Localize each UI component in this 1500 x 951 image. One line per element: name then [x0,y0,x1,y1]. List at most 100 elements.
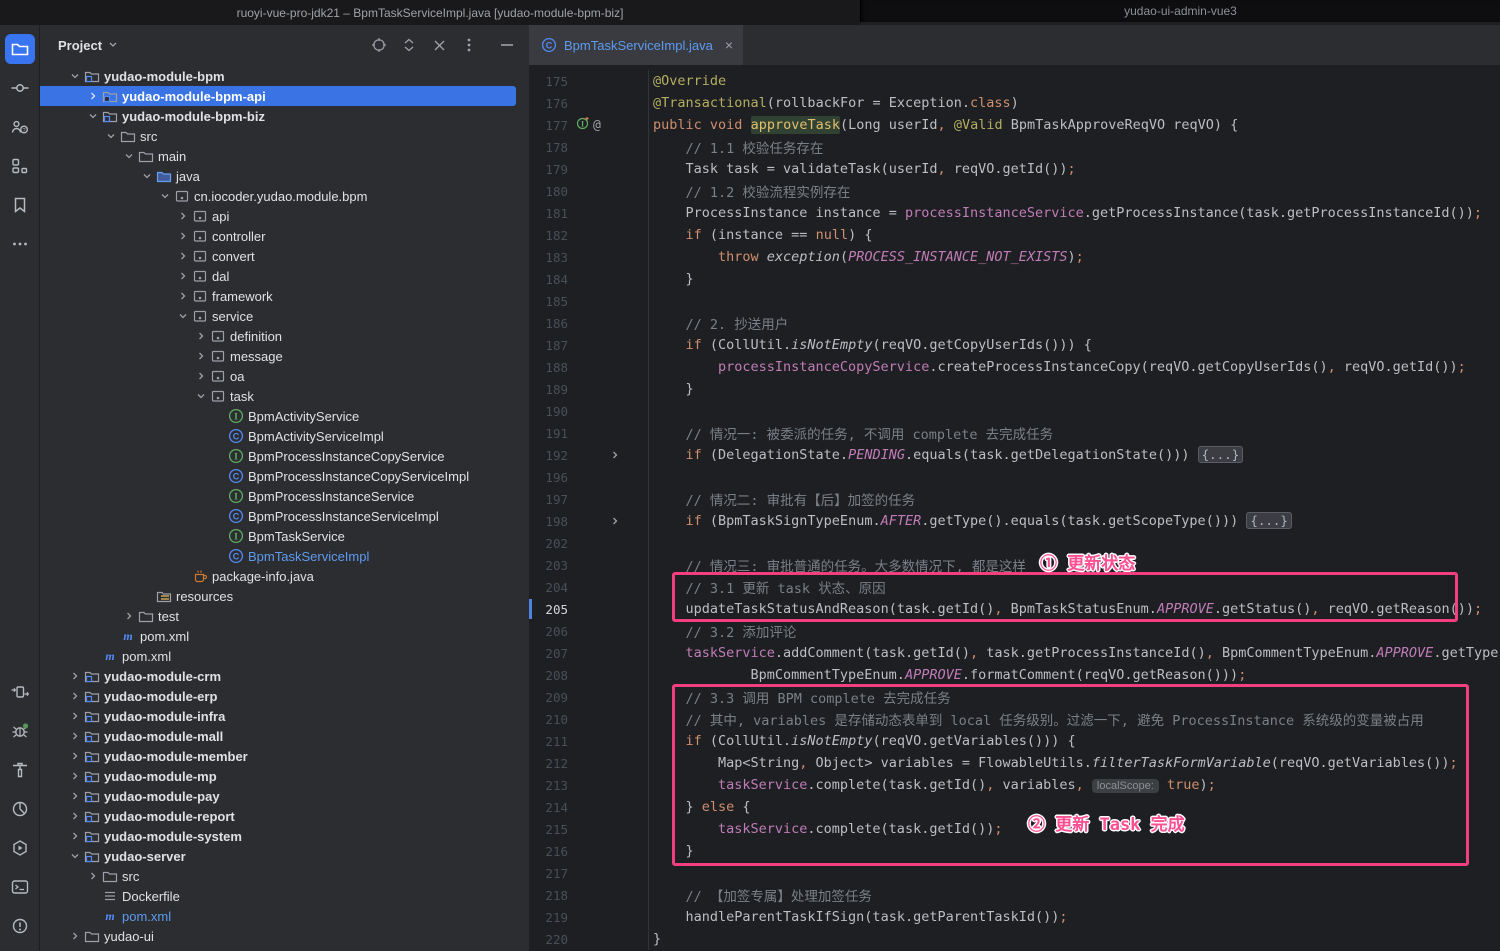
code-line[interactable]: 198if (BpmTaskSignTypeEnum.AFTER.getType… [529,510,1500,532]
fold-arrow-icon[interactable] [610,450,620,460]
tree-item[interactable]: task [40,386,529,406]
tree-item[interactable]: IBpmTaskService [40,526,529,546]
line-number[interactable]: 218 [529,888,568,903]
locate-icon[interactable] [367,33,391,57]
tree-item[interactable]: test [40,606,529,626]
line-number[interactable]: 198 [529,514,568,529]
implements-icon[interactable]: I [576,116,590,134]
code-line[interactable]: 204// 3.1 更新 task 状态、原因 [529,576,1500,598]
chevron-collapsed-icon[interactable] [66,788,84,804]
tree-item[interactable]: yudao-module-bpm-api [40,86,516,106]
project-folder-icon[interactable] [5,34,35,64]
chevron-collapsed-icon[interactable] [120,608,138,624]
chevron-collapsed-icon[interactable] [66,728,84,744]
line-number[interactable]: 197 [529,492,568,507]
code-line[interactable]: 196 [529,466,1500,488]
tree-item[interactable]: src [40,866,529,886]
chevron-collapsed-icon[interactable] [174,288,192,304]
line-number[interactable]: 212 [529,756,568,771]
tree-item[interactable]: yudao-module-erp [40,686,529,706]
chevron-expanded-icon[interactable] [84,108,102,124]
background-window-title[interactable]: yudao-ui-admin-vue3 [860,0,1500,22]
line-number[interactable]: 204 [529,580,568,595]
line-number[interactable]: 183 [529,250,568,265]
chevron-collapsed-icon[interactable] [66,768,84,784]
code-line[interactable]: 192if (DelegationState.PENDING.equals(ta… [529,444,1500,466]
bookmarks-icon[interactable] [5,190,35,220]
close-icon[interactable]: × [725,38,733,52]
line-number[interactable]: 205 [529,602,568,617]
tree-item[interactable]: definition [40,326,529,346]
code-line[interactable]: 197// 情况二: 审批有【后】加签的任务 [529,488,1500,510]
code-line[interactable]: 178// 1.1 校验任务存在 [529,136,1500,158]
tree-item[interactable]: api [40,206,529,226]
tree-item[interactable]: yudao-ui [40,926,529,946]
line-number[interactable]: 209 [529,690,568,705]
code-line[interactable]: 187if (CollUtil.isNotEmpty(reqVO.getCopy… [529,334,1500,356]
collapse-all-icon[interactable] [427,33,451,57]
build-icon[interactable] [5,755,35,785]
code-line[interactable]: 182if (instance == null) { [529,224,1500,246]
line-number[interactable]: 208 [529,668,568,683]
line-number[interactable]: 219 [529,910,568,925]
line-number[interactable]: 211 [529,734,568,749]
line-number[interactable]: 179 [529,162,568,177]
expand-collapse-icon[interactable] [397,33,421,57]
tree-item[interactable]: yudao-module-mp [40,766,529,786]
code-line[interactable]: 218// 【加签专属】处理加签任务 [529,884,1500,906]
line-number[interactable]: 180 [529,184,568,199]
tree-item[interactable]: service [40,306,529,326]
tree-item[interactable]: yudao-server [40,846,529,866]
chevron-collapsed-icon[interactable] [84,868,102,884]
line-number[interactable]: 215 [529,822,568,837]
line-number[interactable]: 214 [529,800,568,815]
line-number[interactable]: 207 [529,646,568,661]
chevron-collapsed-icon[interactable] [174,208,192,224]
tree-item[interactable]: controller [40,226,529,246]
tree-item[interactable]: mpom.xml [40,646,529,666]
line-number[interactable]: 177 [529,118,568,133]
tree-item[interactable]: yudao-module-report [40,806,529,826]
code-line[interactable]: 214} else { [529,796,1500,818]
terminal-icon[interactable] [5,872,35,902]
tree-item[interactable]: yudao-module-crm [40,666,529,686]
tree-item[interactable]: src [40,126,529,146]
code-line[interactable]: 208BpmCommentTypeEnum.APPROVE.formatComm… [529,664,1500,686]
line-number[interactable]: 192 [529,448,568,463]
code-line[interactable]: 202 [529,532,1500,554]
code-line[interactable]: 185 [529,290,1500,312]
tree-item[interactable]: IBpmActivityService [40,406,529,426]
commit-icon[interactable] [5,73,35,103]
chevron-collapsed-icon[interactable] [66,708,84,724]
more-icon[interactable] [5,229,35,259]
fold-arrow-icon[interactable] [610,516,620,526]
tree-item[interactable]: yudao-module-bpm-biz [40,106,529,126]
code-line[interactable]: 216} [529,840,1500,862]
chevron-expanded-icon[interactable] [66,68,84,84]
tree-item[interactable]: IBpmProcessInstanceService [40,486,529,506]
code-line[interactable]: 213taskService.complete(task.getId(), va… [529,774,1500,796]
chevron-collapsed-icon[interactable] [66,828,84,844]
code-line[interactable]: 177I@public void approveTask(Long userId… [529,114,1500,136]
code-line[interactable]: 206// 3.2 添加评论 [529,620,1500,642]
chevron-expanded-icon[interactable] [156,188,174,204]
problems-icon[interactable] [5,911,35,941]
tree-item[interactable]: CBpmProcessInstanceCopyServiceImpl [40,466,529,486]
chevron-collapsed-icon[interactable] [84,88,102,104]
code-line[interactable]: 180// 1.2 校验流程实例存在 [529,180,1500,202]
code-line[interactable]: 220} [529,928,1500,950]
line-number[interactable]: 206 [529,624,568,639]
line-number[interactable]: 191 [529,426,568,441]
chevron-collapsed-icon[interactable] [192,328,210,344]
line-number[interactable]: 175 [529,74,568,89]
tree-item[interactable]: IBpmProcessInstanceCopyService [40,446,529,466]
chevron-down-icon[interactable] [108,36,118,54]
chevron-collapsed-icon[interactable] [174,228,192,244]
tree-item[interactable]: convert [40,246,529,266]
chevron-collapsed-icon[interactable] [66,668,84,684]
profiler-icon[interactable] [5,794,35,824]
code-line[interactable]: 203// 情况三: 审批普通的任务。大多数情况下, 都是这样 [529,554,1500,576]
line-number[interactable]: 188 [529,360,568,375]
line-number[interactable]: 220 [529,932,568,947]
code-line[interactable]: 186// 2. 抄送用户 [529,312,1500,334]
